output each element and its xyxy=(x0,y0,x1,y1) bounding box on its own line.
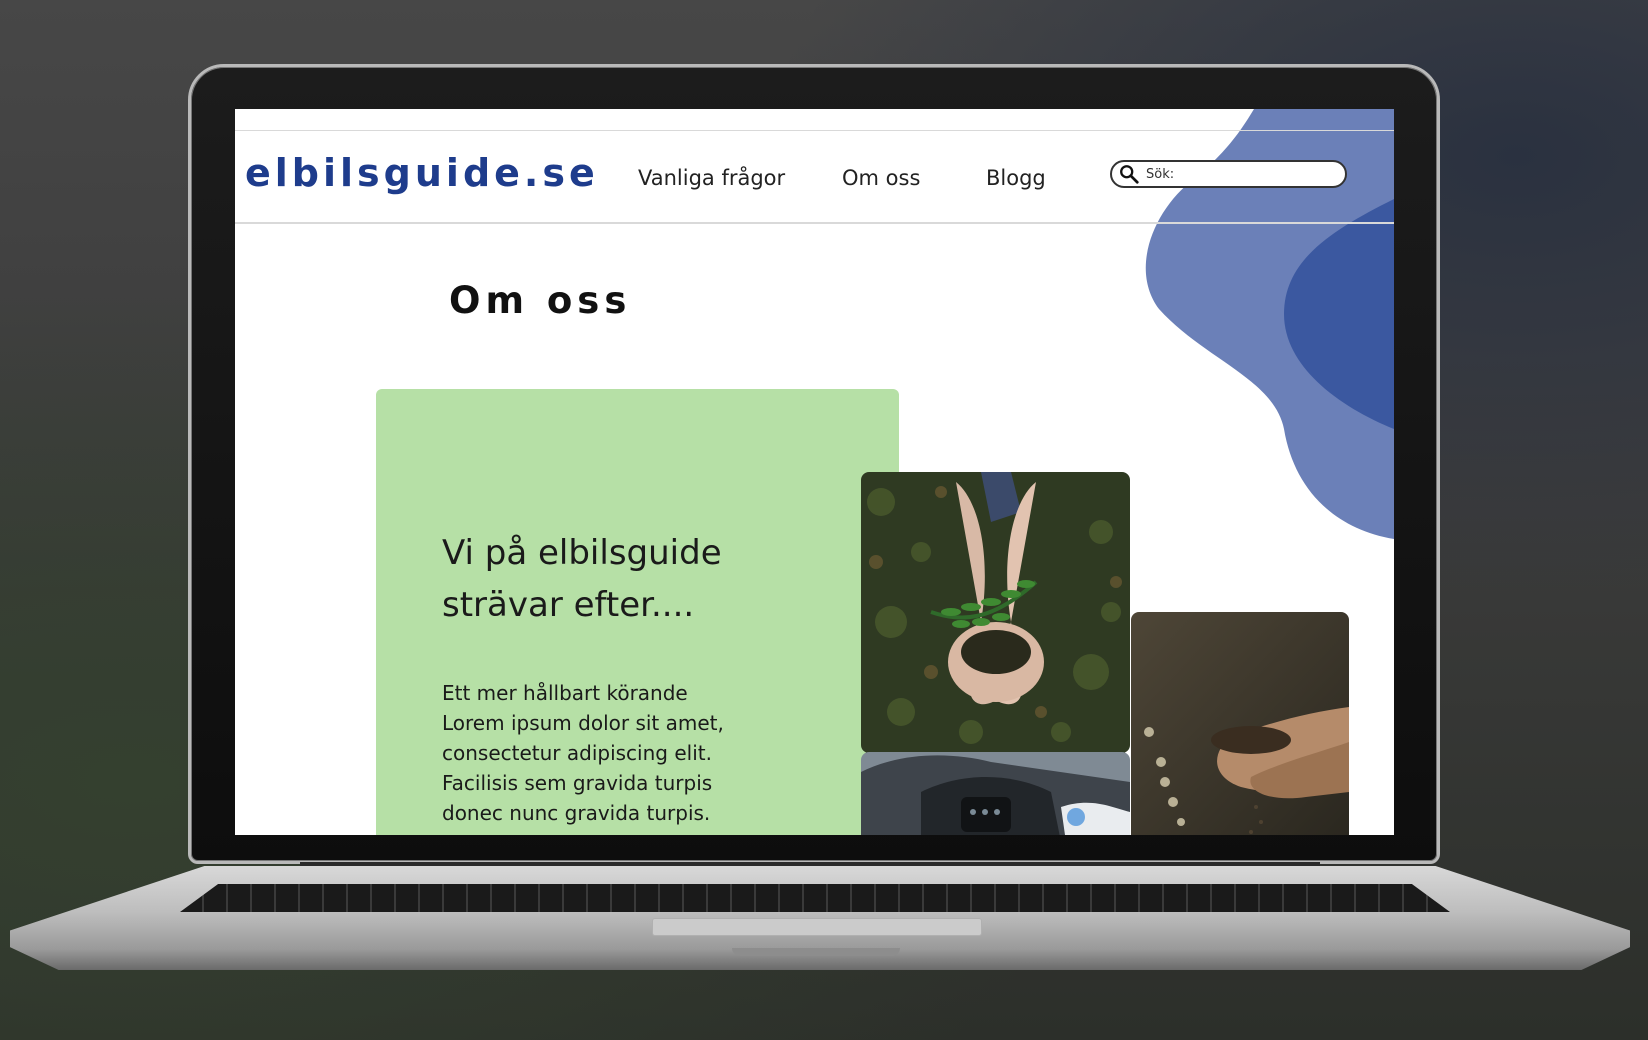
about-heading: Vi på elbilsguide strävar efter.... xyxy=(442,533,722,625)
search-input[interactable] xyxy=(1146,166,1336,182)
website-screen: elbilsguide.se Vanliga frågor Om oss Blo… xyxy=(235,109,1394,835)
about-text: Ett mer hållbart körande Lorem ipsum dol… xyxy=(442,678,782,828)
about-text-line: Lorem ipsum dolor sit amet, xyxy=(442,711,724,735)
laptop-keyboard xyxy=(180,884,1450,912)
about-text-line: consectetur adipiscing elit. xyxy=(442,741,712,765)
about-text-line: Facilisis sem gravida turpis xyxy=(442,771,713,795)
search-icon xyxy=(1120,165,1139,184)
search-bar[interactable] xyxy=(1110,160,1347,188)
ev-charger-photo xyxy=(861,752,1130,835)
nav-link-om-oss[interactable]: Om oss xyxy=(842,166,920,190)
laptop-trackpad xyxy=(652,918,982,936)
site-logo[interactable]: elbilsguide.se xyxy=(245,151,599,195)
hands-holding-soil-photo xyxy=(1131,612,1349,835)
about-card: Vi på elbilsguide strävar efter.... Ett … xyxy=(376,389,899,835)
hands-holding-plant-photo xyxy=(861,472,1130,753)
laptop-mockup: elbilsguide.se Vanliga frågor Om oss Blo… xyxy=(0,0,1648,1040)
nav-link-blogg[interactable]: Blogg xyxy=(986,166,1046,190)
nav-divider xyxy=(235,222,1394,224)
top-divider xyxy=(235,130,1394,131)
about-text-line: Ett mer hållbart körande xyxy=(442,681,688,705)
page-title: Om oss xyxy=(449,279,632,322)
nav-link-vanliga-fragor[interactable]: Vanliga frågor xyxy=(638,166,785,190)
about-text-line: donec nunc gravida turpis. xyxy=(442,801,711,825)
laptop-notch xyxy=(732,948,900,956)
